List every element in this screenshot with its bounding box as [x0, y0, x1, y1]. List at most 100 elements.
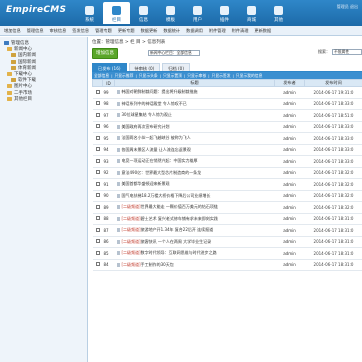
row-checkbox[interactable] — [95, 135, 100, 140]
row-title-link[interactable]: 国气电扶梯18.2万楼大桥价格下降后公司业绩增长 — [122, 193, 211, 198]
row-title-link[interactable]: 意法490亿：世界最大型芯片制造商的一条龙 — [122, 170, 202, 175]
row-publisher[interactable]: admin — [274, 155, 305, 168]
row-category-prefix[interactable]: [二级频道] — [122, 216, 141, 221]
nav-item-5[interactable]: 插件 — [211, 2, 238, 24]
nav-item-7[interactable]: 其他 — [265, 2, 292, 24]
menu-item-0[interactable]: 增加信息 — [4, 28, 21, 34]
row-title-link[interactable]: 法国两名小伙一起飞越峡谷 被称为飞人 — [122, 135, 191, 140]
menu-item-5[interactable]: 更新专题 — [118, 28, 135, 34]
row-publisher[interactable]: admin — [274, 201, 305, 214]
document-icon — [116, 182, 120, 187]
row-checkbox[interactable] — [95, 227, 100, 232]
row-publisher[interactable]: admin — [274, 98, 305, 110]
filter-link-0[interactable]: 全部信息 — [94, 73, 109, 79]
attribute-select[interactable]: 不限属性 — [332, 49, 362, 55]
row-category-prefix[interactable]: [二级频道] — [122, 250, 141, 255]
row-checkbox[interactable] — [95, 89, 100, 94]
nav-item-0[interactable]: 系统 — [76, 2, 103, 24]
row-checkbox[interactable] — [95, 216, 100, 221]
row-title-link[interactable]: 韩国对朝鲜制裁问题：提出将升级制裁措施 — [122, 89, 198, 94]
tab-2[interactable]: 归档 (0) — [162, 63, 190, 71]
row-checkbox[interactable] — [95, 147, 100, 152]
nav-item-2[interactable]: 信息 — [130, 2, 157, 24]
row-title-link[interactable]: 美国首都华盛顿迎来新景观 — [122, 181, 170, 186]
row-title-link[interactable]: 电竞一项运动正在悄然兴起：中国实力雄厚 — [122, 158, 198, 163]
row-title-link[interactable]: 旅游地产开1.34年 复合22后开 连续报道 — [141, 227, 214, 232]
row-publisher[interactable]: admin — [274, 86, 305, 99]
row-title-link[interactable]: 30位球星集结 令人惊为观止 — [122, 112, 172, 117]
category-select[interactable]: 新闻中心栏目：全部信息 — [148, 50, 200, 56]
row-checkbox[interactable] — [95, 170, 100, 175]
filter-link-3[interactable]: 只显示置顶 — [163, 73, 182, 79]
row-checkbox[interactable] — [95, 262, 100, 267]
filter-link-4[interactable]: 只显示审核 — [187, 73, 206, 79]
menu-item-2[interactable]: 审核信息 — [50, 28, 67, 34]
menu-item-9[interactable]: 附件管理 — [209, 28, 226, 34]
filter-link-1[interactable]: 只显示推荐 — [114, 73, 133, 79]
tab-0[interactable]: 已发布 (16) — [92, 63, 127, 71]
row-checkbox[interactable] — [95, 158, 100, 163]
row-checkbox[interactable] — [95, 204, 100, 209]
menu-item-4[interactable]: 管理专题 — [95, 28, 112, 34]
menu-item-11[interactable]: 更新数据 — [254, 28, 271, 34]
filter-link-5[interactable]: 只显示签发 — [212, 73, 231, 79]
row-title-link[interactable]: 各国周末景区人流量 让人流连忘返景观 — [122, 147, 191, 152]
document-icon — [116, 228, 120, 233]
row-checkbox[interactable] — [95, 250, 100, 255]
row-checkbox[interactable] — [95, 193, 100, 198]
row-checkbox-cell — [92, 144, 103, 156]
document-icon — [116, 101, 120, 106]
row-title-link[interactable]: 旅客快讯 一个人在两周 大学毕业生记录 — [141, 239, 212, 244]
row-checkbox[interactable] — [95, 101, 100, 106]
row-checkbox[interactable] — [95, 239, 100, 244]
row-title-cell: [二级频道]手工制作的30天包 — [114, 259, 275, 271]
nav-item-6[interactable]: 商城 — [238, 2, 265, 24]
row-publisher[interactable]: admin — [274, 190, 305, 202]
row-publisher[interactable]: admin — [274, 236, 305, 248]
row-category-prefix[interactable]: [二级频道] — [122, 204, 141, 209]
row-title-cell: 神话系列中的神话殿堂 令人惊叹不已 — [114, 98, 275, 110]
row-checkbox[interactable] — [95, 181, 100, 186]
menu-item-6[interactable]: 数据更新 — [141, 28, 158, 34]
row-publisher[interactable]: admin — [274, 144, 305, 156]
filter-link-2[interactable]: 只显示头条 — [139, 73, 158, 79]
row-publisher[interactable]: admin — [274, 109, 305, 122]
row-title-link[interactable]: 世界最大能走 一颗价值百万美元的钻石项链 — [141, 204, 218, 209]
row-category-prefix[interactable]: [二级频道] — [122, 262, 141, 267]
add-info-button[interactable]: 增加信息 — [92, 47, 118, 59]
row-publisher[interactable]: admin — [274, 247, 305, 260]
row-title-link[interactable]: 数字时代领导：互联网思维与时代进步之路 — [141, 250, 217, 255]
row-publisher[interactable]: admin — [274, 259, 305, 271]
tree-item[interactable]: 其他栏目 — [4, 96, 83, 102]
row-category-prefix[interactable]: [二级频道] — [122, 227, 141, 232]
row-publisher[interactable]: admin — [274, 178, 305, 191]
row-title-link[interactable]: 神话系列中的神话殿堂 令人惊叹不已 — [122, 101, 187, 106]
row-title-link[interactable]: 手工制作的30天包 — [141, 262, 174, 267]
row-publisher[interactable]: admin — [274, 224, 305, 237]
row-publisher[interactable]: admin — [274, 167, 305, 179]
menu-item-7[interactable]: 数据统计 — [163, 28, 180, 34]
nav-item-4[interactable]: 用户 — [184, 2, 211, 24]
row-title-link[interactable]: 美国政府再次宣布研究计划 — [122, 124, 170, 129]
row-checkbox[interactable] — [95, 112, 100, 117]
status-tabs: 已发布 (16) 待审核 (0) 归档 (0) — [92, 63, 362, 72]
nav-item-1[interactable]: 栏目 — [103, 2, 130, 24]
row-publisher[interactable]: admin — [274, 213, 305, 225]
row-publisher[interactable]: admin — [274, 121, 305, 133]
row-title-cell: 国气电扶梯18.2万楼大桥价格下降后公司业绩增长 — [114, 190, 275, 202]
row-title-link[interactable]: 碧土艺术 复兴老式修车铺有求未来即刻实践 — [141, 216, 218, 221]
row-checkbox[interactable] — [95, 124, 100, 129]
menu-item-8[interactable]: 数据调用 — [186, 28, 203, 34]
row-category-prefix[interactable]: [二级频道] — [122, 239, 141, 244]
nav-item-3[interactable]: 模板 — [157, 2, 184, 24]
top-right-links[interactable]: 管理员 退出 — [337, 4, 358, 10]
menu-item-10[interactable]: 附件清理 — [232, 28, 249, 34]
row-id: 92 — [102, 167, 115, 179]
row-publisher[interactable]: admin — [274, 132, 305, 145]
menu-item-3[interactable]: 签发信息 — [72, 28, 89, 34]
menu-item-1[interactable]: 管理信息 — [27, 28, 44, 34]
folder-icon — [7, 96, 12, 101]
row-date: 2014-06-17 18:32:0 — [304, 190, 362, 202]
tab-1[interactable]: 待审核 (0) — [128, 63, 161, 71]
filter-link-6[interactable]: 只显示我的信息 — [236, 73, 263, 79]
